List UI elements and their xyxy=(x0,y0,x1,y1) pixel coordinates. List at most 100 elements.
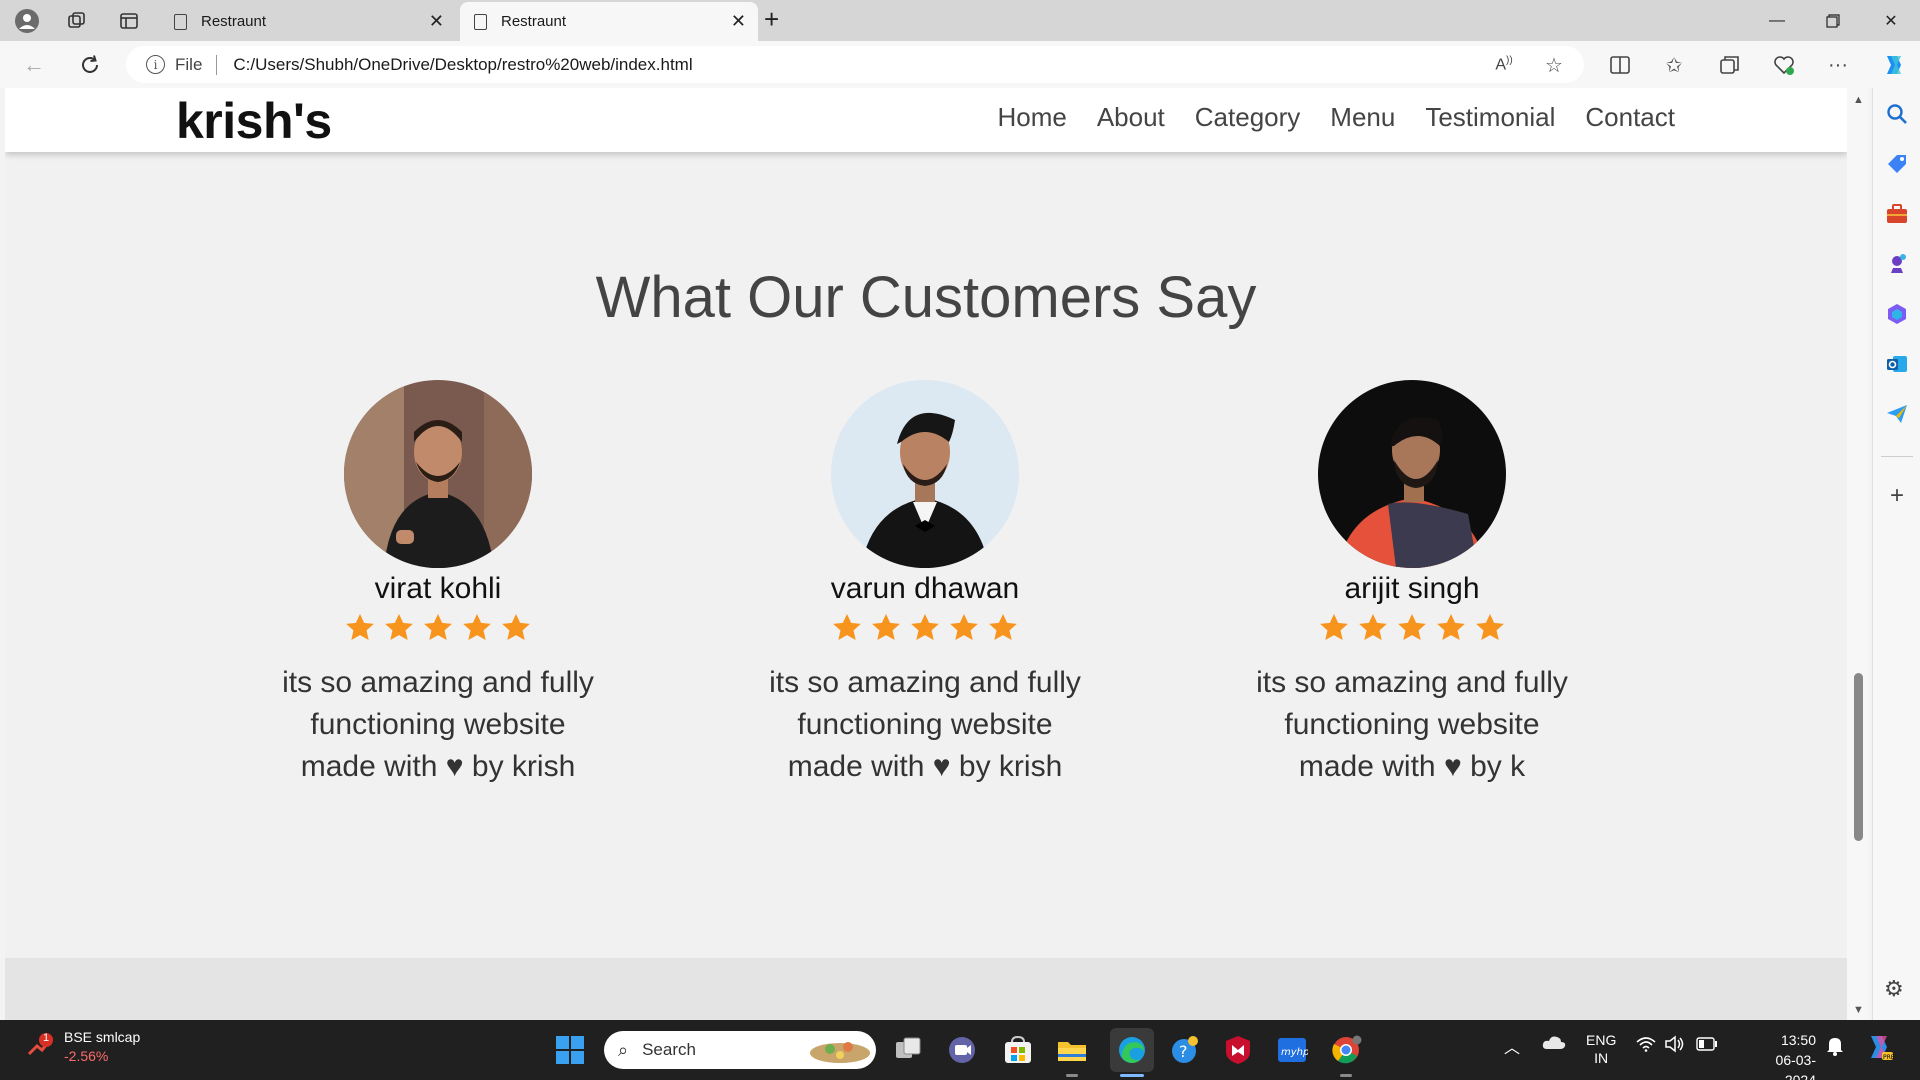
stock-widget[interactable]: 1 BSE smlcap -2.56% xyxy=(26,1028,140,1066)
star-icon xyxy=(502,614,530,640)
browser-essentials-icon[interactable] xyxy=(1768,49,1800,81)
minimize-button[interactable]: — xyxy=(1752,6,1802,36)
scroll-up-arrow-icon[interactable]: ▲ xyxy=(1853,94,1864,106)
task-view-icon[interactable] xyxy=(892,1034,924,1066)
tab-restraunt-2[interactable]: Restraunt ✕ xyxy=(460,2,758,41)
star-icon xyxy=(424,614,452,640)
close-icon[interactable]: ✕ xyxy=(731,11,746,32)
file-explorer-icon[interactable] xyxy=(1056,1034,1088,1066)
microsoft-store-icon[interactable] xyxy=(1002,1034,1034,1066)
star-icon xyxy=(1320,614,1348,640)
teams-chat-icon[interactable] xyxy=(946,1034,978,1066)
url-text[interactable]: C:/Users/Shubh/OneDrive/Desktop/restro%2… xyxy=(233,55,692,75)
review-text: its so amazing and fully functioning web… xyxy=(769,666,1081,783)
workspaces-icon[interactable] xyxy=(62,6,92,36)
customer-name: virat kohli xyxy=(374,572,502,605)
star-icon xyxy=(346,614,374,640)
customer-avatar xyxy=(344,380,532,568)
back-button[interactable]: ← xyxy=(18,49,50,81)
system-clock[interactable]: 13:50 06-03-2024 xyxy=(1758,1030,1816,1080)
windows-start-icon[interactable] xyxy=(554,1034,586,1066)
window-close-button[interactable]: ✕ xyxy=(1866,6,1916,36)
document-icon xyxy=(474,13,487,30)
tab-restraunt-1[interactable]: Restraunt ✕ xyxy=(160,2,456,41)
tab-actions-icon[interactable] xyxy=(114,6,144,36)
favorites-icon[interactable]: ✩ xyxy=(1658,49,1690,81)
close-icon[interactable]: ✕ xyxy=(429,11,444,32)
star-icon xyxy=(385,614,413,640)
mcafee-icon[interactable] xyxy=(1222,1034,1254,1066)
browser-tab-bar: Restraunt ✕ Restraunt ✕ + — ✕ xyxy=(0,0,1920,41)
send-paper-plane-icon[interactable] xyxy=(1885,402,1909,426)
new-tab-button[interactable]: + xyxy=(764,4,779,35)
copilot-icon[interactable] xyxy=(1878,49,1910,81)
search-highlight-illustration-icon xyxy=(810,1042,870,1063)
edge-active-indicator xyxy=(1120,1074,1144,1077)
testimonial-card: virat kohli its so amazing and fully fun… xyxy=(238,380,638,788)
show-hidden-icons-chevron-icon[interactable]: ︿ xyxy=(1504,1034,1520,1058)
windows-taskbar: 1 BSE smlcap -2.56% ⌕ Search ? myhp ︿ EN… xyxy=(0,1020,1920,1080)
tab-title: Restraunt xyxy=(501,13,567,30)
chrome-icon[interactable] xyxy=(1330,1034,1362,1066)
edge-sidebar: + ⚙ xyxy=(1872,88,1920,1020)
site-info-icon[interactable]: i xyxy=(146,55,165,74)
site-header: krish's Home About Category Menu Testimo… xyxy=(5,88,1847,152)
notification-bell-icon[interactable] xyxy=(1826,1036,1844,1059)
review-text: its so amazing and fully functioning web… xyxy=(282,666,594,783)
svg-text:?: ? xyxy=(1179,1042,1188,1061)
favorite-star-icon[interactable]: ☆ xyxy=(1538,49,1570,81)
address-separator xyxy=(216,54,218,75)
customer-name: varun dhawan xyxy=(830,572,1020,605)
scheme-label: File xyxy=(175,54,203,74)
star-icon xyxy=(950,614,978,640)
star-icon xyxy=(911,614,939,640)
nav-contact-link[interactable]: Contact xyxy=(1585,102,1675,133)
review-text: its so amazing and fully functioning web… xyxy=(1256,666,1568,783)
language-indicator[interactable]: ENG xyxy=(1586,1031,1616,1049)
myhp-icon[interactable]: myhp xyxy=(1276,1034,1309,1066)
refresh-button[interactable] xyxy=(74,49,106,81)
outlook-icon[interactable] xyxy=(1885,352,1909,376)
more-menu-icon[interactable]: ··· xyxy=(1822,49,1854,81)
stock-name: BSE smlcap xyxy=(64,1029,141,1045)
onedrive-cloud-icon[interactable] xyxy=(1542,1034,1566,1053)
search-icon[interactable] xyxy=(1885,102,1909,126)
region-indicator[interactable]: IN xyxy=(1586,1049,1616,1067)
nav-testimonial-link[interactable]: Testimonial xyxy=(1425,102,1555,133)
search-icon: ⌕ xyxy=(618,1039,629,1060)
microsoft-365-icon[interactable] xyxy=(1885,302,1909,326)
testimonial-card: varun dhawan its so amazing and fully fu… xyxy=(725,380,1125,788)
nav-category-link[interactable]: Category xyxy=(1195,102,1301,133)
page-viewport: krish's Home About Category Menu Testimo… xyxy=(5,88,1847,1020)
read-aloud-icon[interactable]: A)) xyxy=(1488,49,1520,81)
split-screen-icon[interactable] xyxy=(1604,49,1636,81)
site-logo[interactable]: krish's xyxy=(176,92,332,150)
scroll-thumb[interactable] xyxy=(1854,673,1863,841)
copilot-taskbar-icon[interactable]: PRE xyxy=(1864,1032,1895,1065)
nav-about-link[interactable]: About xyxy=(1097,102,1165,133)
taskbar-search-box[interactable]: ⌕ Search xyxy=(604,1031,876,1069)
profile-icon[interactable] xyxy=(12,6,42,36)
site-nav: Home About Category Menu Testimonial Con… xyxy=(997,102,1675,133)
tools-briefcase-icon[interactable] xyxy=(1885,202,1909,226)
page-scrollbar[interactable]: ▲ ▼ xyxy=(1847,88,1869,1020)
star-icon xyxy=(1398,614,1426,640)
shopping-tag-icon[interactable] xyxy=(1885,152,1909,176)
sidebar-settings-gear-icon[interactable]: ⚙ xyxy=(1884,976,1904,1002)
nav-home-link[interactable]: Home xyxy=(997,102,1066,133)
stock-badge: 1 xyxy=(42,1032,50,1044)
add-sidebar-app-icon[interactable]: + xyxy=(1885,482,1909,510)
sidebar-divider xyxy=(1881,456,1913,457)
star-icon xyxy=(1476,614,1504,640)
wifi-icon[interactable] xyxy=(1636,1036,1656,1055)
collections-icon[interactable] xyxy=(1714,49,1746,81)
games-chess-icon[interactable] xyxy=(1885,252,1909,276)
restore-button[interactable] xyxy=(1808,6,1858,36)
volume-icon[interactable] xyxy=(1664,1035,1684,1056)
nav-menu-link[interactable]: Menu xyxy=(1330,102,1395,133)
battery-icon[interactable] xyxy=(1696,1037,1718,1054)
scroll-down-arrow-icon[interactable]: ▼ xyxy=(1853,1004,1864,1016)
help-app-icon[interactable]: ? xyxy=(1168,1034,1200,1066)
edge-browser-icon[interactable] xyxy=(1110,1028,1154,1072)
address-bar[interactable]: i File C:/Users/Shubh/OneDrive/Desktop/r… xyxy=(126,46,1584,83)
